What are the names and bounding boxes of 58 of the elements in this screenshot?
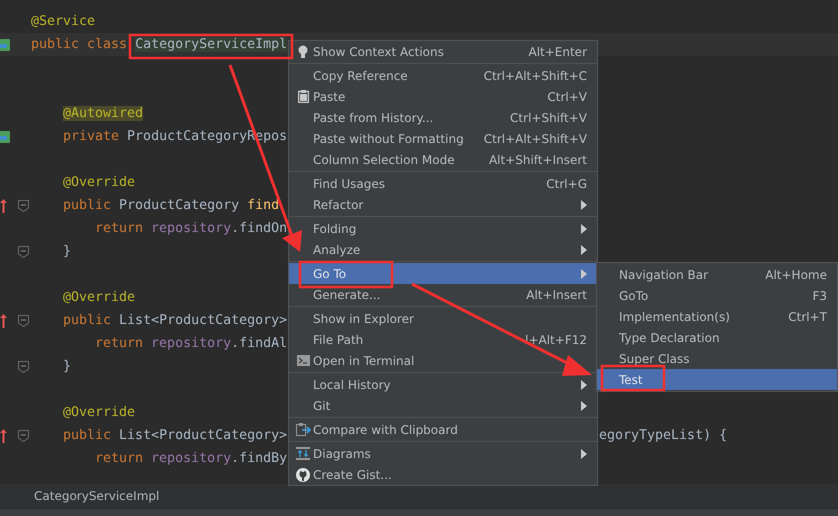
menu-item[interactable]: Find Usages Ctrl+G	[289, 173, 597, 194]
menu-item[interactable]: Show in Explorer	[289, 308, 597, 329]
menu-item[interactable]: Paste Ctrl+V	[289, 86, 597, 107]
bean-icon[interactable]	[0, 130, 10, 142]
fold-icon[interactable]	[18, 315, 29, 327]
menu-item[interactable]: Generate... Alt+Insert	[289, 284, 597, 305]
compare-icon	[296, 422, 310, 437]
code-line: }	[63, 359, 72, 374]
code-line: @Service	[31, 14, 96, 29]
override-arrow-icon[interactable]	[0, 314, 7, 328]
menu-item[interactable]: Create Gist...	[289, 464, 597, 485]
fold-icon[interactable]	[18, 430, 29, 442]
code-line: }	[63, 244, 72, 259]
fold-icon[interactable]	[18, 361, 29, 373]
code-line: public class CategoryServiceImpl	[31, 37, 288, 52]
bean-icon[interactable]	[0, 38, 10, 50]
code-line: public List<ProductCategory>	[63, 428, 288, 443]
menu-item[interactable]: Copy Reference Ctrl+Alt+Shift+C	[289, 65, 597, 86]
override-arrow-icon[interactable]	[0, 428, 7, 442]
clipboard-icon	[298, 90, 308, 103]
code-line: return repository.findAl	[95, 336, 288, 351]
menu-item[interactable]: Diagrams	[289, 443, 597, 464]
menu-item[interactable]: Navigation Bar Alt+Home	[597, 264, 837, 285]
menu-item[interactable]: Implementation(s) Ctrl+T	[597, 306, 837, 327]
code-line: public List<ProductCategory>	[63, 313, 288, 328]
cat-logo-icon	[296, 468, 310, 482]
menu-item[interactable]: File Path l+Alt+F12	[289, 329, 597, 350]
menu-item[interactable]: Refactor	[289, 194, 597, 215]
code-line: public ProductCategory find	[63, 198, 280, 213]
menu-item[interactable]: GoTo F3	[597, 285, 837, 306]
menu-item[interactable]: Paste from History... Ctrl+Shift+V	[289, 107, 597, 128]
menu-item[interactable]: Super Class	[597, 348, 837, 369]
menu-item[interactable]: Go To	[289, 263, 597, 284]
lightbulb-icon	[298, 44, 308, 58]
menu-item[interactable]: Column Selection Mode Alt+Shift+Insert	[289, 149, 597, 170]
breadcrumb[interactable]: CategoryServiceImpl	[34, 489, 160, 503]
diagram-icon	[296, 447, 310, 460]
highlight-frame	[600, 364, 666, 392]
menu-item[interactable]: Paste without Formatting Ctrl+Alt+Shift+V	[289, 128, 597, 149]
menu-item[interactable]: Show Context Actions Alt+Enter	[289, 41, 597, 62]
menu-item[interactable]: Test	[597, 369, 837, 390]
code-line: return repository.findBy	[95, 451, 288, 466]
menu-item[interactable]: Open in Terminal	[289, 350, 597, 371]
menu-item[interactable]: Local History	[289, 374, 597, 395]
menu-item[interactable]: Analyze	[289, 239, 597, 260]
override-arrow-icon[interactable]	[0, 198, 7, 212]
menu-item[interactable]: Git	[289, 395, 597, 416]
code-line: return repository.findOn	[95, 221, 288, 236]
menu-item[interactable]: Folding	[289, 218, 597, 239]
fold-icon[interactable]	[18, 246, 29, 258]
code-line: @Override	[63, 175, 136, 190]
code-line: @Override	[63, 290, 136, 305]
terminal-icon	[296, 355, 310, 366]
menu-item[interactable]: Type Declaration	[597, 327, 837, 348]
code-line: @Override	[63, 405, 136, 420]
fold-icon[interactable]	[18, 200, 29, 212]
menu-item[interactable]: Compare with Clipboard	[289, 419, 597, 440]
code-line: egoryTypeList) {	[599, 428, 728, 443]
